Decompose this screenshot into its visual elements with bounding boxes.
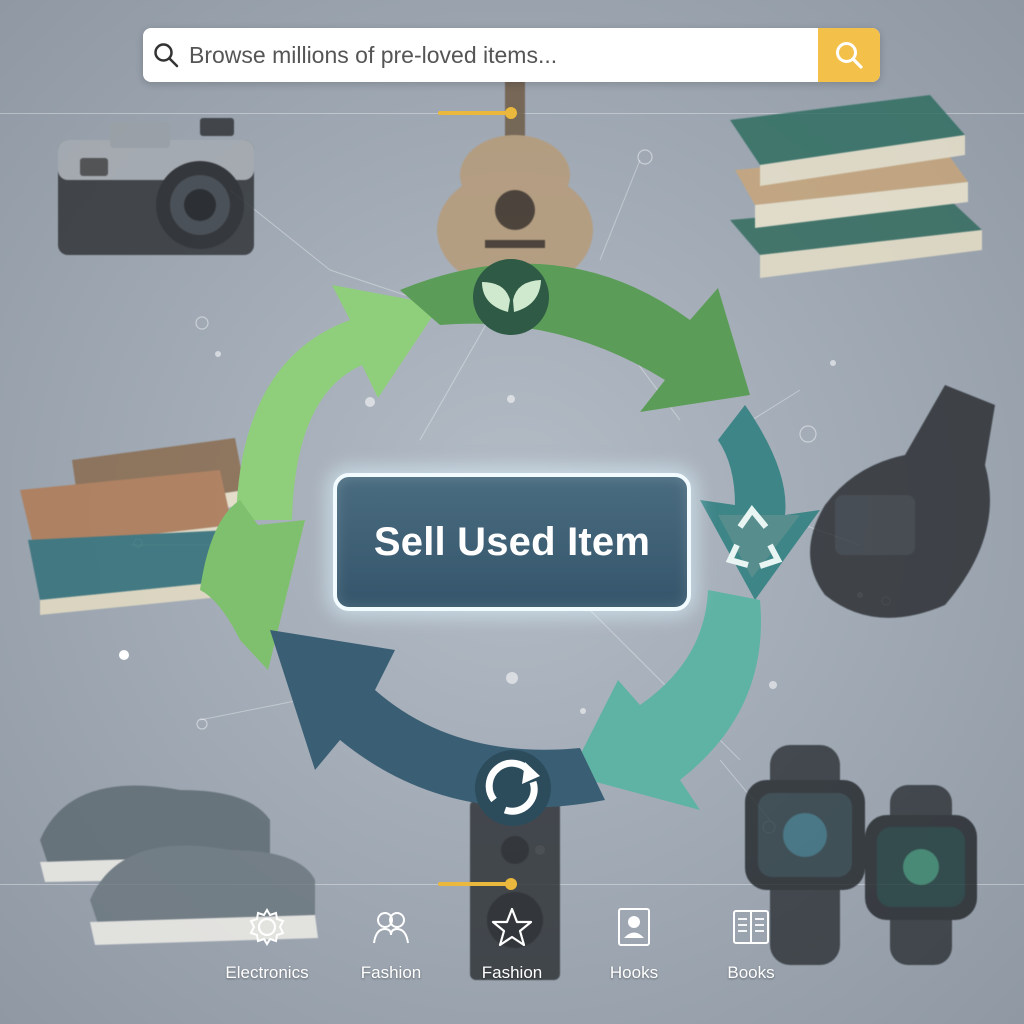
nav-label-fashion-favorites: Fashion xyxy=(481,963,543,982)
nav-label-hooks: Hooks xyxy=(609,963,659,982)
top-slider-track xyxy=(438,111,510,115)
search-icon xyxy=(143,28,189,82)
sell-used-item-label: Sell Used Item xyxy=(373,519,651,564)
sell-used-item-button[interactable]: Sell Used Item xyxy=(333,473,691,611)
refresh-icon xyxy=(475,750,551,826)
cycle-arrow-bottom-left xyxy=(270,630,605,808)
gear-icon xyxy=(245,905,289,949)
nav-item-fashion-favorites[interactable]: Fashion xyxy=(457,905,567,983)
cycle-arrow-top-right xyxy=(400,263,750,412)
nav-item-electronics[interactable]: Electronics xyxy=(212,905,322,983)
page: Sell Used Item Electronics Fashio xyxy=(0,0,1024,1024)
search-bar xyxy=(143,28,880,82)
nav-item-books[interactable]: Books xyxy=(696,905,806,983)
bottom-slider-handle[interactable] xyxy=(505,878,517,890)
top-slider-handle[interactable] xyxy=(505,107,517,119)
cycle-arrow-right xyxy=(700,405,820,600)
cycle-arrow-bottom-right xyxy=(570,590,761,810)
people-icon xyxy=(369,905,413,949)
id-card-icon xyxy=(612,905,656,949)
leaf-icon xyxy=(473,259,549,335)
nav-item-fashion[interactable]: Fashion xyxy=(336,905,446,983)
bottom-nav: Electronics Fashion Fashion Hooks Books xyxy=(0,905,1024,995)
nav-label-electronics: Electronics xyxy=(225,963,309,982)
star-icon xyxy=(490,905,534,949)
bottom-slider-track xyxy=(438,882,510,886)
search-button-icon xyxy=(836,42,863,69)
search-input[interactable] xyxy=(189,28,818,82)
search-button[interactable] xyxy=(818,28,880,82)
nav-label-fashion: Fashion xyxy=(360,963,422,982)
nav-label-books: Books xyxy=(727,963,775,982)
nav-item-hooks[interactable]: Hooks xyxy=(579,905,689,983)
book-icon xyxy=(729,905,773,949)
